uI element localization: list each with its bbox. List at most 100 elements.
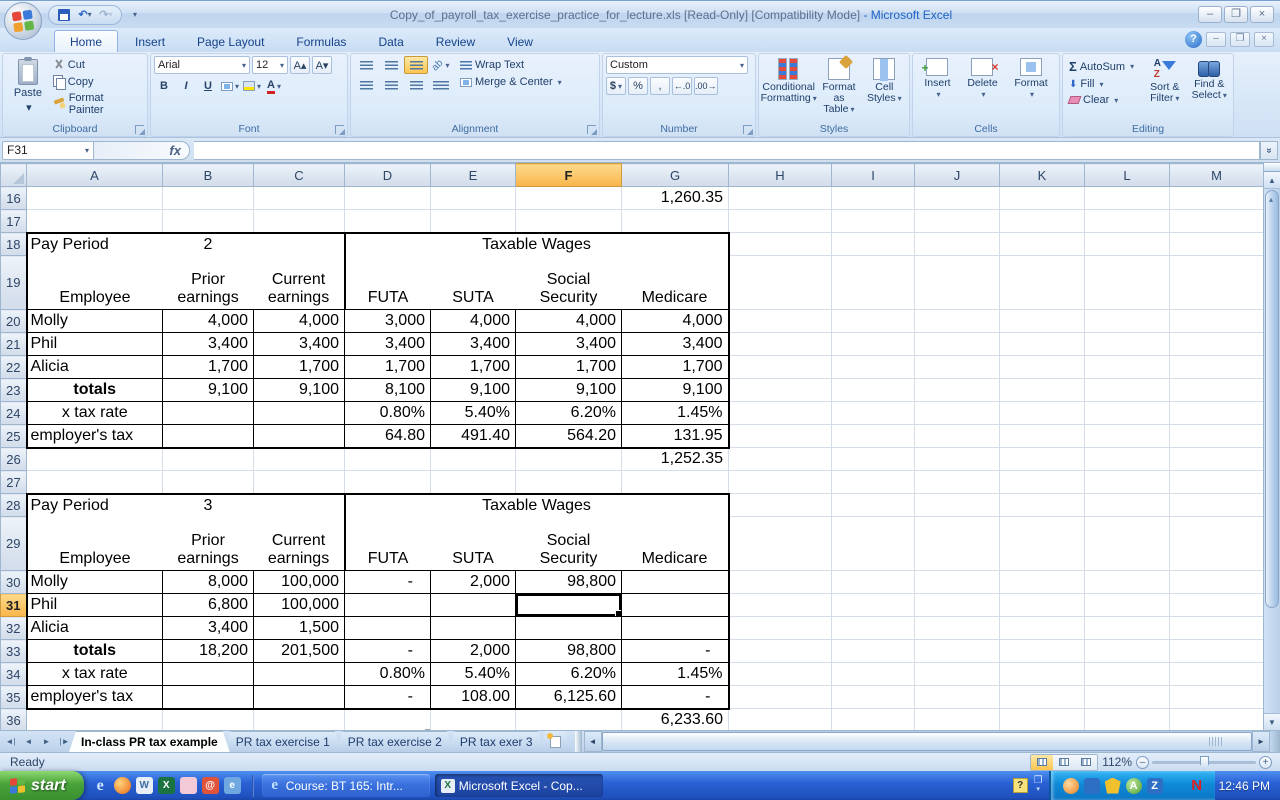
cell-C26[interactable]: [254, 448, 345, 471]
cell-G22[interactable]: 1,700: [622, 356, 729, 379]
customize-qat-button[interactable]: ▾: [126, 7, 144, 23]
align-right-button[interactable]: [404, 76, 428, 94]
column-header-J[interactable]: J: [915, 164, 1000, 187]
cell-F32[interactable]: [516, 617, 622, 640]
indent-buttons[interactable]: [429, 76, 453, 94]
cell-D25[interactable]: 64.80: [345, 425, 431, 448]
cell-K26[interactable]: [1000, 448, 1085, 471]
vertical-scroll-thumb[interactable]: [1265, 190, 1279, 608]
cell-D35[interactable]: -: [345, 686, 431, 709]
cell-K20[interactable]: [1000, 310, 1085, 333]
number-dialog-launcher[interactable]: [743, 125, 752, 134]
prev-sheet-button[interactable]: ◄: [20, 733, 37, 750]
undo-button[interactable]: ↶▾: [76, 7, 94, 23]
row-header-35[interactable]: 35: [1, 686, 27, 709]
cell-E23[interactable]: 9,100: [431, 379, 516, 402]
cell-J36[interactable]: [915, 709, 1000, 731]
mail-icon[interactable]: @: [202, 777, 219, 794]
cell-M25[interactable]: [1170, 425, 1264, 448]
keys-icon[interactable]: [180, 777, 197, 794]
cell-K32[interactable]: [1000, 617, 1085, 640]
tools-icon[interactable]: [1084, 778, 1100, 794]
cell-M23[interactable]: [1170, 379, 1264, 402]
wrap-text-button[interactable]: Wrap Text: [457, 58, 565, 72]
cut-button[interactable]: Cut: [50, 58, 144, 72]
cell-I28[interactable]: [832, 494, 915, 517]
cell-I18[interactable]: [832, 233, 915, 256]
cell-K22[interactable]: [1000, 356, 1085, 379]
cell-L18[interactable]: [1085, 233, 1170, 256]
cell-J27[interactable]: [915, 471, 1000, 494]
messenger-icon[interactable]: [1063, 778, 1079, 794]
cell-G16[interactable]: 1,260.35: [622, 187, 729, 210]
cell-K30[interactable]: [1000, 571, 1085, 594]
cell-L22[interactable]: [1085, 356, 1170, 379]
cell-B24[interactable]: [163, 402, 254, 425]
cell-E30[interactable]: 2,000: [431, 571, 516, 594]
column-header-B[interactable]: B: [163, 164, 254, 187]
cell-D22[interactable]: 1,700: [345, 356, 431, 379]
cell-C18[interactable]: [254, 233, 345, 256]
excel-icon[interactable]: X: [158, 777, 175, 794]
cell-I25[interactable]: [832, 425, 915, 448]
cell-G32[interactable]: [622, 617, 729, 640]
format-cells-button[interactable]: Format▾: [1012, 56, 1049, 120]
accounting-format-button[interactable]: $▾: [606, 77, 626, 95]
horizontal-scroll-thumb[interactable]: [602, 732, 1252, 751]
cell-A34[interactable]: x tax rate: [27, 663, 163, 686]
cell-K33[interactable]: [1000, 640, 1085, 663]
cell-B23[interactable]: 9,100: [163, 379, 254, 402]
cell-G35[interactable]: -: [622, 686, 729, 709]
cell-F17[interactable]: [516, 210, 622, 233]
sticky-note-icon[interactable]: ?: [1013, 778, 1028, 793]
cell-I26[interactable]: [832, 448, 915, 471]
expand-formula-bar-button[interactable]: »: [1260, 141, 1278, 160]
row-header-26[interactable]: 26: [1, 448, 27, 471]
cell-H27[interactable]: [729, 471, 832, 494]
cell-E19[interactable]: SUTA: [431, 256, 516, 310]
cell-F23[interactable]: 9,100: [516, 379, 622, 402]
cell-A18[interactable]: Pay Period: [27, 233, 163, 256]
cell-H28[interactable]: [729, 494, 832, 517]
cell-A32[interactable]: Alicia: [27, 617, 163, 640]
cell-C32[interactable]: 1,500: [254, 617, 345, 640]
scroll-down-button[interactable]: ▼: [1264, 713, 1280, 730]
cell-I36[interactable]: [832, 709, 915, 731]
cell-B31[interactable]: 6,800: [163, 594, 254, 617]
sort-filter-button[interactable]: AZ Sort & Filter▾: [1144, 56, 1186, 120]
cell-E27[interactable]: [431, 471, 516, 494]
cell-F26[interactable]: [516, 448, 622, 471]
cell-J28[interactable]: [915, 494, 1000, 517]
cell-C25[interactable]: [254, 425, 345, 448]
cell-F20[interactable]: 4,000: [516, 310, 622, 333]
restore-button[interactable]: ❐: [1224, 6, 1248, 23]
cell-M33[interactable]: [1170, 640, 1264, 663]
delete-cells-button[interactable]: Delete▾: [965, 56, 999, 120]
cell-J22[interactable]: [915, 356, 1000, 379]
cell-A21[interactable]: Phil: [27, 333, 163, 356]
increase-decimal-button[interactable]: ←.0: [672, 77, 692, 95]
cell-D24[interactable]: 0.80%: [345, 402, 431, 425]
row-header-17[interactable]: 17: [1, 210, 27, 233]
cell-E26[interactable]: [431, 448, 516, 471]
cell-F34[interactable]: 6.20%: [516, 663, 622, 686]
zoom-in-button[interactable]: +: [1259, 756, 1272, 769]
cell-E25[interactable]: 491.40: [431, 425, 516, 448]
page-layout-view-button[interactable]: [1053, 755, 1075, 770]
cell-J17[interactable]: [915, 210, 1000, 233]
cell-H18[interactable]: [729, 233, 832, 256]
cell-D34[interactable]: 0.80%: [345, 663, 431, 686]
sheet-tab-pr-tax-exercise-2[interactable]: PR tax exercise 2: [336, 731, 454, 752]
cell-B20[interactable]: 4,000: [163, 310, 254, 333]
cell-I17[interactable]: [832, 210, 915, 233]
cell-H32[interactable]: [729, 617, 832, 640]
norton-icon[interactable]: N: [1189, 778, 1205, 794]
cell-D18[interactable]: Taxable Wages: [345, 233, 729, 256]
save-button[interactable]: [55, 7, 73, 23]
row-header-25[interactable]: 25: [1, 425, 27, 448]
cell-A17[interactable]: [27, 210, 163, 233]
cell-D33[interactable]: -: [345, 640, 431, 663]
cell-D20[interactable]: 3,000: [345, 310, 431, 333]
orientation-button[interactable]: ab▾: [429, 56, 453, 74]
cell-E31[interactable]: [431, 594, 516, 617]
